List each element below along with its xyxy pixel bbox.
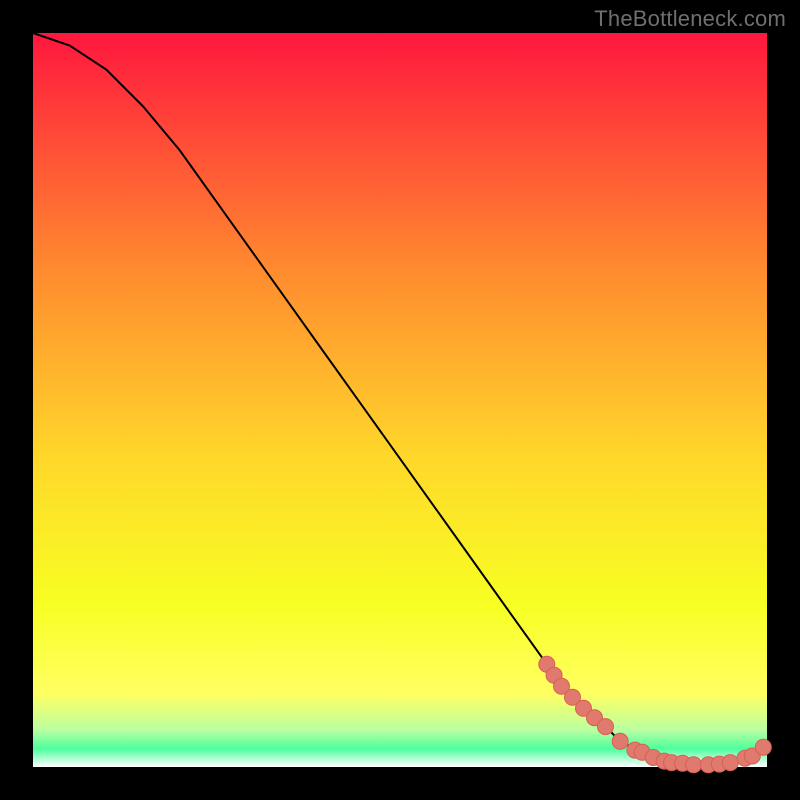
data-point (755, 739, 771, 755)
bottleneck-chart (0, 0, 800, 800)
data-point (722, 755, 738, 771)
chart-stage: TheBottleneck.com (0, 0, 800, 800)
data-point (686, 757, 702, 773)
watermark-text: TheBottleneck.com (594, 6, 786, 32)
data-point (598, 719, 614, 735)
data-point (612, 733, 628, 749)
plot-background (33, 33, 767, 767)
